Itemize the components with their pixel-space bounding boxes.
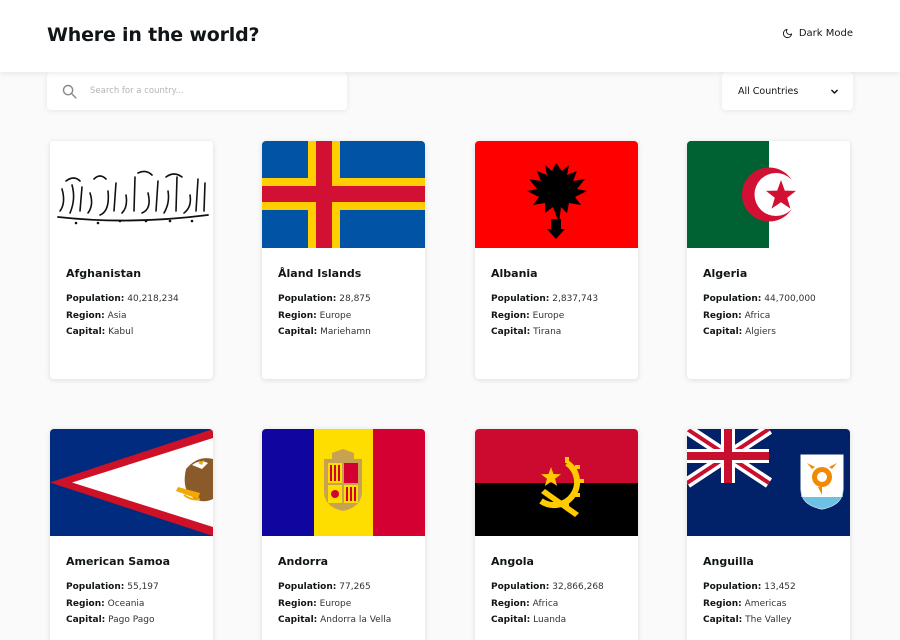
country-name: Algeria [703,267,748,280]
app-header: Where in the world? Dark Mode [0,0,900,72]
region-filter-label: All Countries [738,85,799,97]
region-line: Region: Europe [278,310,352,321]
country-name: Andorra [278,555,329,568]
country-name: Albania [491,267,538,280]
population-line: Population: 32,866,268 [491,582,604,592]
page-title: Where in the world? [47,24,260,46]
population-line: Population: 40,218,234 [66,294,179,304]
capital-line: Capital: Mariehamn [278,327,371,337]
population-line: Population: 44,700,000 [703,294,816,304]
search-input[interactable] [90,86,310,96]
country-card[interactable]: Angola Population: 32,866,268 Region: Af… [475,429,638,640]
region-line: Region: Africa [703,310,771,321]
capital-line: Capital: Andorra la Vella [278,615,392,625]
country-card[interactable]: Åland Islands Population: 28,875 Region:… [262,141,425,379]
dark-mode-toggle[interactable]: Dark Mode [782,28,853,39]
search-icon [62,84,77,99]
search-box [47,72,347,110]
country-card[interactable]: Albania Population: 2,837,743 Region: Eu… [475,141,638,379]
region-filter-dropdown[interactable]: All Countries [722,72,853,110]
population-line: Population: 28,875 [278,294,371,304]
chevron-down-icon [831,89,838,94]
flag-afghanistan [50,141,213,248]
region-line: Region: Oceania [66,598,145,609]
capital-line: Capital: Pago Pago [66,615,155,625]
flag-aland-islands [262,141,425,248]
country-name: Afghanistan [66,267,142,280]
flag-anguilla [687,429,850,536]
country-card[interactable]: Andorra Population: 77,265 Region: Europ… [262,429,425,640]
region-line: Region: Europe [491,310,565,321]
region-line: Region: Europe [278,598,352,609]
dark-mode-label: Dark Mode [798,28,853,39]
country-card[interactable]: Algeria Population: 44,700,000 Region: A… [687,141,850,379]
capital-line: Capital: Kabul [66,327,134,337]
flag-algeria [687,141,850,248]
region-line: Region: Asia [66,310,127,321]
capital-line: Capital: Luanda [491,615,567,625]
flag-american-samoa [50,429,213,536]
capital-line: Capital: The Valley [703,615,792,625]
population-line: Population: 2,837,743 [491,294,599,304]
country-card[interactable]: American Samoa Population: 55,197 Region… [50,429,213,640]
flag-andorra [262,429,425,536]
population-line: Population: 77,265 [278,582,371,592]
region-line: Region: Americas [703,598,787,609]
capital-line: Capital: Tirana [491,327,562,337]
flag-angola [475,429,638,536]
country-name: American Samoa [66,555,171,568]
country-name: Anguilla [703,555,754,568]
country-card[interactable]: Afghanistan Population: 40,218,234 Regio… [50,141,213,379]
flag-albania [475,141,638,248]
region-line: Region: Africa [491,598,559,609]
moon-icon [782,28,792,39]
capital-line: Capital: Algiers [703,327,776,337]
country-name: Åland Islands [278,267,362,280]
population-line: Population: 55,197 [66,582,159,592]
population-line: Population: 13,452 [703,582,796,592]
country-name: Angola [491,555,534,568]
country-card[interactable]: Anguilla Population: 13,452 Region: Amer… [687,429,850,640]
